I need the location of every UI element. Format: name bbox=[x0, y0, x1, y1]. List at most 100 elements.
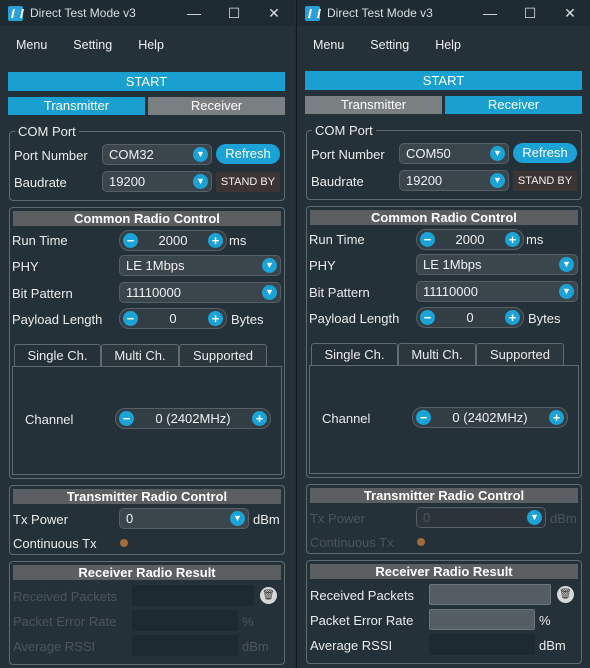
tx-power-label: Tx Power bbox=[310, 511, 365, 526]
continuous-tx-indicator[interactable] bbox=[417, 538, 425, 546]
port-number-label: Port Number bbox=[311, 147, 385, 162]
menu-bar: Menu Setting Help bbox=[297, 26, 590, 64]
packet-error-rate-field bbox=[429, 609, 535, 630]
channel-stepper[interactable]: − 0 (2402MHz) + bbox=[412, 407, 568, 428]
maximize-icon[interactable]: ☐ bbox=[214, 0, 254, 26]
baudrate-select[interactable]: 19200 ▼ bbox=[102, 171, 212, 192]
receiver-radio-result-header: Receiver Radio Result bbox=[310, 564, 578, 579]
chevron-down-icon: ▼ bbox=[262, 258, 277, 273]
transmitter-radio-control-header: Transmitter Radio Control bbox=[310, 488, 578, 503]
chevron-down-icon: ▼ bbox=[559, 284, 574, 299]
chevron-down-icon: ▼ bbox=[490, 173, 505, 188]
run-time-unit: ms bbox=[526, 232, 544, 247]
menu-menu[interactable]: Menu bbox=[313, 38, 344, 52]
channel-stepper[interactable]: − 0 (2402MHz) + bbox=[115, 408, 271, 429]
phy-select[interactable]: LE 1Mbps ▼ bbox=[416, 254, 578, 275]
run-time-stepper[interactable]: − 2000 + bbox=[416, 229, 524, 250]
port-number-value: COM32 bbox=[109, 147, 154, 162]
receiver-radio-result-group: Receiver Radio Result Received Packets 🗑… bbox=[9, 561, 285, 665]
tab-single-channel[interactable]: Single Ch. bbox=[14, 344, 101, 366]
phy-label: PHY bbox=[309, 258, 336, 273]
menu-bar: Menu Setting Help bbox=[0, 26, 294, 64]
plus-icon[interactable]: + bbox=[505, 232, 520, 247]
continuous-tx-indicator[interactable] bbox=[120, 539, 128, 547]
minus-icon[interactable]: − bbox=[123, 311, 138, 326]
transmitter-radio-control-header: Transmitter Radio Control bbox=[13, 489, 281, 504]
transmitter-radio-control-group: Transmitter Radio Control Tx Power 0 ▼ dB… bbox=[306, 484, 582, 554]
refresh-button[interactable]: Refresh bbox=[513, 143, 577, 163]
menu-help[interactable]: Help bbox=[435, 38, 461, 52]
title-bar[interactable]: Direct Test Mode v3 — ☐ ✕ bbox=[297, 0, 590, 26]
trash-icon[interactable]: 🗑 bbox=[557, 586, 574, 603]
bit-pattern-select[interactable]: 11110000 ▼ bbox=[416, 281, 578, 302]
app-logo-icon bbox=[305, 5, 320, 21]
refresh-button[interactable]: Refresh bbox=[216, 144, 280, 164]
start-button[interactable]: START bbox=[8, 72, 285, 91]
minimize-icon[interactable]: — bbox=[470, 0, 510, 26]
phy-select[interactable]: LE 1Mbps ▼ bbox=[119, 255, 281, 276]
average-rssi-field bbox=[132, 635, 238, 656]
maximize-icon[interactable]: ☐ bbox=[510, 0, 550, 26]
plus-icon[interactable]: + bbox=[549, 410, 564, 425]
minus-icon[interactable]: − bbox=[420, 232, 435, 247]
payload-length-unit: Bytes bbox=[528, 311, 561, 326]
minus-icon[interactable]: − bbox=[119, 411, 134, 426]
run-time-unit: ms bbox=[229, 233, 247, 248]
baudrate-select[interactable]: 19200 ▼ bbox=[399, 170, 509, 191]
payload-length-value: 0 bbox=[169, 311, 177, 326]
com-port-label: COM Port bbox=[15, 124, 79, 139]
plus-icon[interactable]: + bbox=[208, 311, 223, 326]
payload-length-stepper[interactable]: − 0 + bbox=[416, 307, 524, 328]
minus-icon[interactable]: − bbox=[123, 233, 138, 248]
plus-icon[interactable]: + bbox=[505, 310, 520, 325]
port-number-select[interactable]: COM32 ▼ bbox=[102, 144, 212, 165]
port-number-select[interactable]: COM50 ▼ bbox=[399, 143, 509, 164]
menu-menu[interactable]: Menu bbox=[16, 38, 47, 52]
title-bar[interactable]: Direct Test Mode v3 — ☐ ✕ bbox=[0, 0, 294, 26]
trash-icon[interactable]: 🗑 bbox=[260, 587, 277, 604]
close-icon[interactable]: ✕ bbox=[254, 0, 294, 26]
received-packets-label: Received Packets bbox=[13, 589, 118, 604]
tab-transmitter[interactable]: Transmitter bbox=[305, 96, 442, 114]
plus-icon[interactable]: + bbox=[252, 411, 267, 426]
start-button[interactable]: START bbox=[305, 71, 582, 90]
chevron-down-icon: ▼ bbox=[527, 510, 542, 525]
port-number-label: Port Number bbox=[14, 148, 88, 163]
plus-icon[interactable]: + bbox=[208, 233, 223, 248]
tab-supported[interactable]: Supported bbox=[179, 344, 267, 366]
chevron-down-icon: ▼ bbox=[490, 146, 505, 161]
bit-pattern-select[interactable]: 11110000 ▼ bbox=[119, 282, 281, 303]
tab-receiver[interactable]: Receiver bbox=[445, 96, 582, 114]
minimize-icon[interactable]: — bbox=[174, 0, 214, 26]
chevron-down-icon: ▼ bbox=[559, 257, 574, 272]
tab-multi-channel[interactable]: Multi Ch. bbox=[101, 344, 179, 366]
chevron-down-icon: ▼ bbox=[230, 511, 245, 526]
common-radio-control-group: Common Radio Control Run Time −2000 + ms … bbox=[9, 207, 285, 479]
menu-setting[interactable]: Setting bbox=[73, 38, 112, 52]
tab-supported[interactable]: Supported bbox=[476, 343, 564, 365]
channel-value: 0 (2402MHz) bbox=[155, 411, 231, 426]
packet-error-rate-label: Packet Error Rate bbox=[13, 614, 117, 629]
baudrate-value: 19200 bbox=[109, 174, 146, 189]
average-rssi-label: Average RSSI bbox=[310, 638, 393, 653]
run-time-label: Run Time bbox=[12, 233, 68, 248]
menu-help[interactable]: Help bbox=[138, 38, 164, 52]
channel-tabs: Single Ch. Multi Ch. Supported bbox=[311, 343, 564, 365]
tx-power-value: 0 bbox=[126, 511, 134, 526]
close-icon[interactable]: ✕ bbox=[550, 0, 590, 26]
menu-setting[interactable]: Setting bbox=[370, 38, 409, 52]
tx-power-select[interactable]: 0 ▼ bbox=[416, 507, 546, 528]
baudrate-label: Baudrate bbox=[14, 175, 67, 190]
tab-transmitter[interactable]: Transmitter bbox=[8, 97, 145, 115]
tx-power-select[interactable]: 0 ▼ bbox=[119, 508, 249, 529]
tab-single-channel[interactable]: Single Ch. bbox=[311, 343, 398, 365]
tab-receiver[interactable]: Receiver bbox=[148, 97, 285, 115]
bit-pattern-label: Bit Pattern bbox=[309, 285, 370, 300]
payload-length-stepper[interactable]: − 0 + bbox=[119, 308, 227, 329]
minus-icon[interactable]: − bbox=[420, 310, 435, 325]
minus-icon[interactable]: − bbox=[416, 410, 431, 425]
run-time-stepper[interactable]: − 2000 + bbox=[119, 230, 227, 251]
average-rssi-unit: dBm bbox=[242, 639, 269, 654]
phy-value: LE 1Mbps bbox=[423, 257, 482, 272]
tab-multi-channel[interactable]: Multi Ch. bbox=[398, 343, 476, 365]
